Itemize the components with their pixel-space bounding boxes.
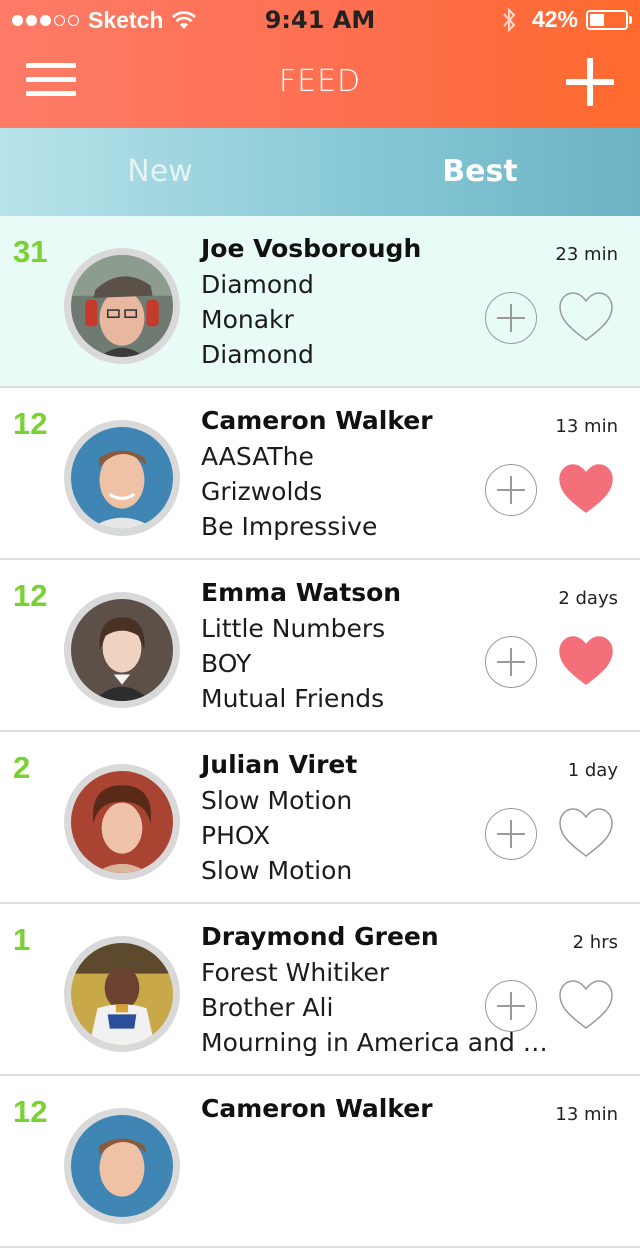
feed-item[interactable]: 12 Emma Watson Little Numbers BOY Mutual… — [0, 560, 640, 732]
feed-item[interactable]: 12 Cameron Walker AASAThe Grizwolds Be I… — [0, 388, 640, 560]
add-circle-icon[interactable] — [485, 808, 537, 860]
tab-best[interactable]: Best — [320, 128, 640, 216]
score-count: 2 — [13, 750, 31, 785]
feed-item[interactable]: 12 Cameron Walker 13 min — [0, 1076, 640, 1248]
status-bar: Sketch 9:41 AM 42% — [0, 0, 640, 40]
user-photo-icon — [71, 771, 173, 873]
user-name[interactable]: Cameron Walker — [201, 1094, 433, 1123]
status-right: 42% — [502, 6, 632, 33]
user-name[interactable]: Cameron Walker — [201, 406, 433, 435]
track-line: AASAThe — [201, 442, 314, 471]
avatar[interactable] — [64, 764, 180, 880]
track-line: Little Numbers — [201, 614, 386, 643]
heart-icon[interactable] — [557, 978, 615, 1032]
track-line: Slow Motion — [201, 856, 353, 885]
heart-icon[interactable] — [557, 806, 615, 860]
add-circle-icon[interactable] — [485, 980, 537, 1032]
score-count: 12 — [13, 406, 48, 441]
post-time: 23 min — [555, 244, 618, 265]
track-line: Slow Motion — [201, 786, 353, 815]
page-title: FEED — [278, 64, 362, 99]
user-name[interactable]: Joe Vosborough — [201, 234, 421, 263]
track-line: Mutual Friends — [201, 684, 385, 713]
track-line: Diamond — [201, 270, 314, 299]
battery-icon — [586, 9, 632, 30]
score-count: 31 — [13, 234, 48, 269]
add-circle-icon[interactable] — [485, 292, 537, 344]
user-photo-icon — [71, 427, 173, 529]
user-name[interactable]: Emma Watson — [201, 578, 401, 607]
user-name[interactable]: Draymond Green — [201, 922, 439, 951]
track-line: Diamond — [201, 340, 314, 369]
score-count: 12 — [13, 1094, 48, 1129]
add-circle-icon[interactable] — [485, 636, 537, 688]
track-line: Mourning in America and Dre… — [201, 1028, 559, 1057]
add-icon[interactable] — [566, 58, 614, 106]
battery-percent: 42% — [531, 6, 578, 32]
user-photo-icon — [71, 599, 173, 701]
user-photo-icon — [71, 943, 173, 1045]
app-header: Sketch 9:41 AM 42% FEED — [0, 0, 640, 128]
avatar[interactable] — [64, 248, 180, 364]
feed-item[interactable]: 2 Julian Viret Slow Motion PHOX Slow Mot… — [0, 732, 640, 904]
heart-icon[interactable] — [557, 634, 615, 688]
post-time: 13 min — [555, 1104, 618, 1125]
track-line: BOY — [201, 649, 252, 678]
track-line: Brother Ali — [201, 993, 334, 1022]
track-line: Monakr — [201, 305, 294, 334]
bluetooth-icon — [503, 7, 516, 32]
post-time: 2 hrs — [572, 932, 618, 953]
feed-list: 31 Joe Vosborough Diamond Monakr Diamond — [0, 216, 640, 1248]
track-line: Grizwolds — [201, 477, 323, 506]
avatar[interactable] — [64, 592, 180, 708]
avatar[interactable] — [64, 420, 180, 536]
heart-icon[interactable] — [557, 462, 615, 516]
avatar[interactable] — [64, 936, 180, 1052]
track-line: Forest Whitiker — [201, 958, 390, 987]
tab-new[interactable]: New — [0, 128, 320, 216]
add-circle-icon[interactable] — [485, 464, 537, 516]
track-line: PHOX — [201, 821, 271, 850]
user-photo-icon — [71, 255, 173, 357]
feed-item[interactable]: 1 Draymond Green Forest Whitiker Brother… — [0, 904, 640, 1076]
feed-tabs: New Best — [0, 128, 640, 216]
post-time: 1 day — [567, 760, 618, 781]
post-time: 13 min — [555, 416, 618, 437]
track-line: Be Impressive — [201, 512, 378, 541]
user-name[interactable]: Julian Viret — [201, 750, 357, 779]
user-photo-icon — [71, 1115, 173, 1217]
feed-item[interactable]: 31 Joe Vosborough Diamond Monakr Diamond — [0, 216, 640, 388]
post-time: 2 days — [558, 588, 618, 609]
score-count: 1 — [13, 922, 31, 957]
score-count: 12 — [13, 578, 48, 613]
heart-icon[interactable] — [557, 290, 615, 344]
avatar[interactable] — [64, 1108, 180, 1224]
